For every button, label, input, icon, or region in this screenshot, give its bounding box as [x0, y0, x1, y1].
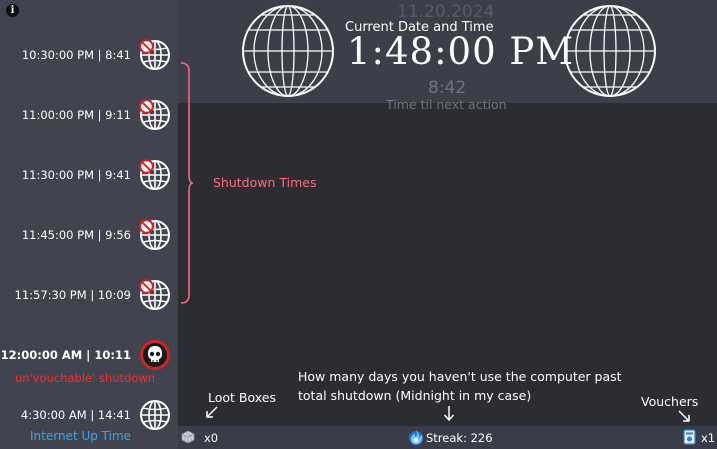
current-date: 11.20.2024 [397, 2, 495, 22]
loot-box-count: x0 [204, 431, 219, 445]
blocked-icon [139, 159, 154, 174]
arrow-down-right-icon [678, 410, 690, 422]
shutdown-times-bracket [180, 62, 194, 304]
blocked-icon [139, 219, 154, 234]
globe-blocked-icon [139, 39, 173, 73]
globe-blocked-icon [139, 279, 173, 313]
sidebar: i 10:30:00 PM | 8:41 11:00:00 PM | 9:11 … [0, 0, 178, 449]
shutdown-time-2: 11:00:00 PM | 9:11 [21, 108, 131, 122]
current-time: 1:48:00 PM [347, 30, 575, 73]
internet-up-time-label: Internet Up Time [30, 429, 132, 443]
shutdown-time-5: 11:57:30 PM | 10:09 [14, 288, 132, 302]
arrow-down-left-icon [206, 406, 218, 418]
streak-description-line2: total shutdown (Midnight in my case) [298, 388, 532, 403]
blocked-icon [139, 279, 154, 294]
globe-icon [139, 399, 173, 433]
countdown-value: 8:42 [428, 78, 467, 98]
voucher-icon[interactable] [683, 429, 696, 445]
shutdown-time-1: 10:30:00 PM | 8:41 [21, 48, 131, 62]
loot-boxes-label: Loot Boxes [208, 390, 276, 405]
voucher-count: x1 [701, 431, 716, 445]
wireframe-globe-icon [242, 5, 334, 97]
globe-blocked-icon [139, 219, 173, 253]
streak-description-line1: How many days you haven't use the comput… [298, 369, 622, 384]
streak-flame-icon [409, 430, 423, 445]
final-shutdown-time: 12:00:00 AM | 10:11 [0, 348, 131, 362]
wireframe-globe-icon [564, 5, 656, 97]
blocked-icon [139, 39, 154, 54]
arrow-down-icon [443, 406, 455, 422]
globe-blocked-icon [139, 99, 173, 133]
internet-up-time: 4:30:00 AM | 14:41 [20, 408, 131, 422]
vouchers-label: Vouchers [641, 394, 699, 409]
shutdown-time-3: 11:30:00 PM | 9:41 [21, 168, 131, 182]
blocked-icon [139, 99, 154, 114]
info-icon[interactable]: i [6, 4, 19, 17]
globe-blocked-icon [139, 159, 173, 193]
loot-box-icon[interactable] [181, 430, 195, 444]
streak-count: Streak: 226 [426, 431, 493, 445]
shutdown-time-4: 11:45:00 PM | 9:56 [21, 228, 131, 242]
countdown-label: Time til next action [386, 97, 507, 112]
unvouchable-shutdown-label: un'vouchable' shutdown [15, 371, 156, 385]
shutdown-times-label: Shutdown Times [213, 175, 317, 190]
skull-icon [139, 339, 173, 373]
